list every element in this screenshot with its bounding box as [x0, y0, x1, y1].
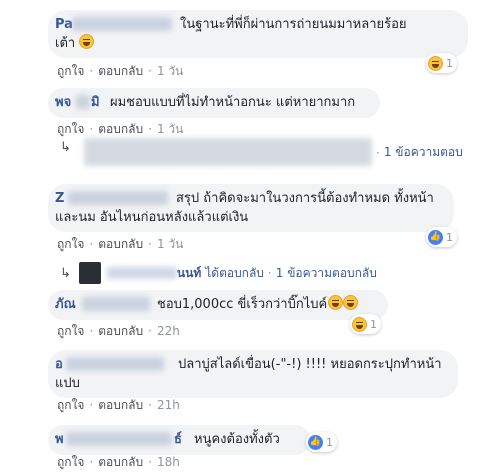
grinning-sweat-emoji-icon [328, 295, 344, 310]
grinning-sweat-emoji-icon [79, 34, 95, 49]
like-link[interactable]: ถูกใจ [57, 323, 84, 339]
haha-reaction-icon [352, 316, 367, 332]
reaction-badge[interactable]: 👍 1 [426, 227, 457, 247]
blurred-author-name [76, 95, 90, 109]
timestamp[interactable]: 1 วัน [157, 121, 183, 137]
reply-arrow-icon: ↳ [60, 140, 71, 155]
reply-arrow-icon: ↳ [60, 265, 71, 281]
reply-link[interactable]: ตอบกลับ [98, 121, 143, 137]
comment-text: ปลาบู่สไลด์เขื่อน(-"-!) !!!! หยอดกระปุกท… [178, 357, 442, 372]
comment-text-line2: เต้า [55, 34, 95, 53]
comment-author[interactable]: Pa [55, 15, 73, 34]
like-link[interactable]: ถูกใจ [57, 236, 84, 252]
comment-actions: ถูกใจ · ตอบกลับ · 1 วัน [57, 121, 184, 137]
timestamp[interactable]: 21h [157, 397, 180, 413]
blurred-author-name [82, 297, 150, 311]
reply-link[interactable]: ตอบกลับ [98, 397, 143, 413]
reply-author-name[interactable]: นนท์ [177, 264, 201, 283]
timestamp[interactable]: 1 วัน [157, 236, 183, 252]
comment-actions: ถูกใจ · ตอบกลับ · 18h [57, 454, 180, 470]
blurred-author-name [66, 357, 164, 371]
reply-action-text[interactable]: ได้ตอบกลับ [205, 264, 264, 283]
comment-author[interactable]: ภัณ [55, 295, 76, 314]
comment-author-suffix[interactable]: ธ์ [174, 430, 182, 449]
comment-text: หนูคงต้องทั้งตัว [194, 432, 280, 447]
timestamp[interactable]: 1 วัน [157, 63, 183, 79]
grinning-sweat-emoji-icon [343, 295, 359, 310]
view-replies-row[interactable]: ↳ [60, 140, 79, 155]
like-link[interactable]: ถูกใจ [57, 397, 84, 413]
comment-actions: ถูกใจ · ตอบกลับ · 21h [57, 397, 180, 413]
timestamp[interactable]: 22h [157, 323, 180, 339]
comment-author[interactable]: พ [55, 430, 64, 449]
comment-text: ในฐานะที่พี่ก็ผ่านการถ่ายนมมาหลายร้อย [180, 17, 407, 32]
timestamp[interactable]: 18h [157, 454, 180, 470]
blurred-reply-author [106, 267, 177, 279]
comment-actions: ถูกใจ · ตอบกลับ · 1 วัน [57, 236, 184, 252]
reaction-count: 1 [446, 56, 453, 70]
view-replies-row[interactable]: ↳ นนท์ ได้ตอบกลับ · 1 ข้อความตอบกลับ [60, 262, 377, 284]
haha-reaction-icon [428, 55, 443, 71]
comment-text-line2: แปบ [55, 376, 80, 391]
reaction-count: 1 [370, 317, 377, 331]
blurred-author-name [66, 432, 172, 446]
reply-link[interactable]: ตอบกลับ [98, 236, 143, 252]
comment-text: ชอบ1,000cc ขี่เร็วกว่าบิ๊กไบค์ [157, 295, 359, 314]
comment-text-line2: และนม อันไหนก่อนหลังแล้วแต่เงิน [55, 210, 249, 225]
comment-author[interactable]: อ [55, 355, 63, 374]
reply-link[interactable]: ตอบกลับ [98, 63, 143, 79]
comment-author[interactable]: พจ [55, 93, 71, 112]
reaction-count: 1 [446, 230, 453, 244]
comment-text: ผมชอบแบบที่ไม่ทำหน้าอกนะ แต่หายากมาก [110, 95, 356, 110]
reply-author-avatar[interactable] [78, 262, 101, 284]
reply-summary[interactable]: · 1 ข้อความตอบ [372, 143, 463, 162]
comment-actions: ถูกใจ · ตอบกลับ · 1 วัน [57, 63, 184, 79]
comment-text: สรุป ถ้าคิดจะมาในวงการนี้ต้องทำหมด ทั้งห… [176, 191, 434, 206]
reaction-badge[interactable]: 1 [426, 53, 457, 73]
like-link[interactable]: ถูกใจ [57, 121, 84, 137]
reply-link[interactable]: ตอบกลับ [98, 323, 143, 339]
reaction-count: 1 [326, 435, 333, 449]
blurred-author-name [72, 17, 172, 31]
blurred-reply-preview [84, 138, 372, 166]
replies-count-link[interactable]: 1 ข้อความตอบกลับ [276, 264, 377, 283]
like-link[interactable]: ถูกใจ [57, 63, 84, 79]
reaction-badge[interactable]: 👍 1 [306, 432, 337, 452]
comment-author[interactable]: Z [55, 189, 64, 208]
reaction-badge[interactable]: 1 [350, 314, 381, 334]
like-reaction-icon: 👍 [308, 434, 323, 450]
reply-link[interactable]: ตอบกลับ [98, 454, 143, 470]
like-reaction-icon: 👍 [428, 229, 443, 245]
replies-count-link[interactable]: 1 ข้อความตอบ [384, 143, 463, 162]
comment-actions: ถูกใจ · ตอบกลับ · 22h [57, 323, 180, 339]
like-link[interactable]: ถูกใจ [57, 454, 84, 470]
comment-author-suffix[interactable]: มิ [91, 93, 100, 112]
blurred-author-name [68, 191, 168, 205]
